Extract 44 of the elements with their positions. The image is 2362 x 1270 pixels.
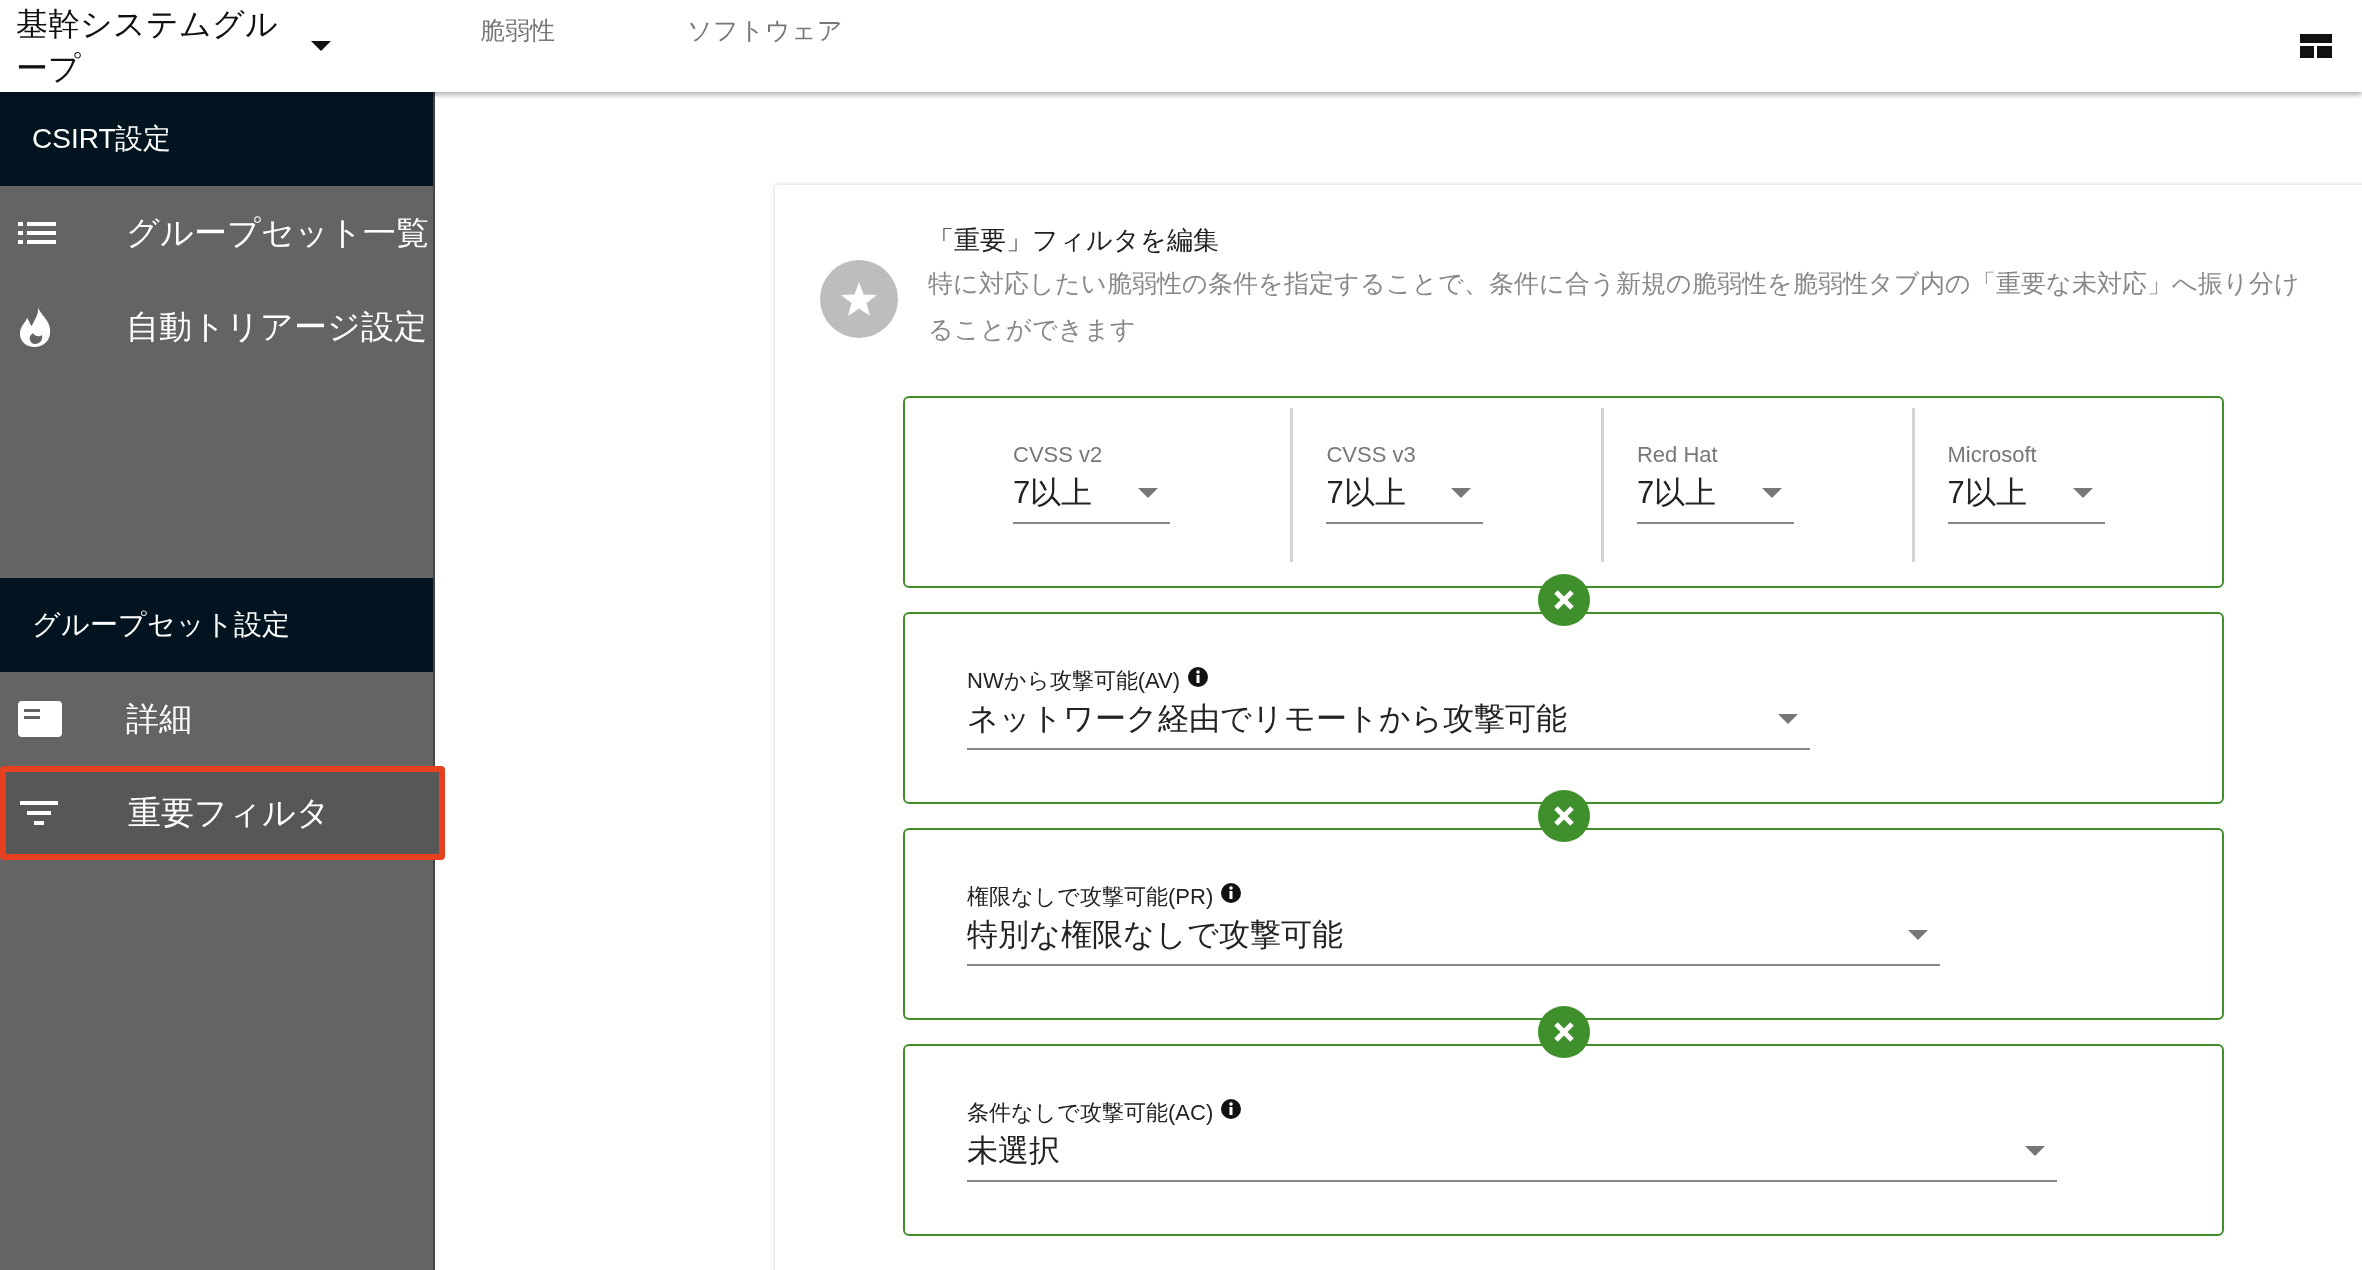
sidebar-item[interactable]: グループセット一覧 [0, 186, 433, 280]
caret-icon [1762, 488, 1782, 498]
caret-icon [1778, 714, 1798, 724]
list-icon [18, 222, 56, 244]
field-label: 権限なしで攻撃可能(PR) [967, 883, 1214, 911]
select-field[interactable]: 未選択 [967, 1130, 2057, 1182]
caret-icon [2025, 1146, 2045, 1156]
caret-icon [2072, 488, 2093, 498]
field-label: CVSS v2 [1013, 442, 1104, 468]
field-label: CVSS v3 [1326, 442, 1417, 468]
caret-icon [311, 41, 331, 51]
info-icon[interactable] [1188, 667, 1209, 687]
sidebar-section-header: CSIRT設定 [0, 92, 433, 186]
field-label: 条件なしで攻撃可能(AC) [967, 1099, 1214, 1127]
sidebar-item[interactable]: 重要フィルタ [0, 766, 445, 860]
select-field[interactable]: ネットワーク経由でリモートから攻撃可能 [967, 698, 1810, 750]
card-icon [18, 701, 62, 737]
caret-icon [1138, 488, 1158, 498]
nav-tab[interactable]: ソフトウェア [687, 14, 843, 47]
group-dropdown[interactable]: 基幹システムグループ [0, 1, 435, 91]
info-icon[interactable] [1221, 1099, 1242, 1119]
caret-icon [1451, 488, 1472, 498]
select-field[interactable]: 7以上 [1947, 472, 2105, 524]
info-icon[interactable] [1221, 883, 1242, 903]
flame-icon [18, 307, 52, 347]
select-field[interactable]: 7以上 [1326, 472, 1484, 524]
select-field[interactable]: 7以上 [1013, 472, 1170, 524]
close-icon [1552, 1021, 1575, 1043]
select-field[interactable]: 特別な権限なしで攻撃可能 [967, 914, 1940, 966]
editor-title: 「重要」フィルタを編集 [928, 224, 1220, 257]
field-label: Red Hat [1637, 442, 1719, 468]
field-label: NWから攻撃可能(AV) [967, 667, 1181, 695]
sidebar-item[interactable]: 自動トリアージ設定 [0, 280, 433, 374]
nav-tab[interactable]: 脆弱性 [480, 14, 555, 47]
editor-description: 特に対応したい脆弱性の条件を指定することで、条件に合う新規の脆弱性を脆弱性タブ内の「重要な未対応」へ振り分けることができます [928, 268, 2301, 345]
layout-icon[interactable] [2300, 34, 2332, 58]
filter-icon [20, 801, 58, 825]
sidebar-item[interactable]: 詳細 [0, 672, 433, 766]
close-icon [1552, 805, 1575, 827]
close-icon [1552, 589, 1575, 611]
select-field[interactable]: 7以上 [1637, 472, 1794, 524]
field-label: Microsoft [1947, 442, 2038, 468]
sidebar-section-header: グループセット設定 [0, 578, 433, 672]
caret-icon [1908, 930, 1928, 940]
